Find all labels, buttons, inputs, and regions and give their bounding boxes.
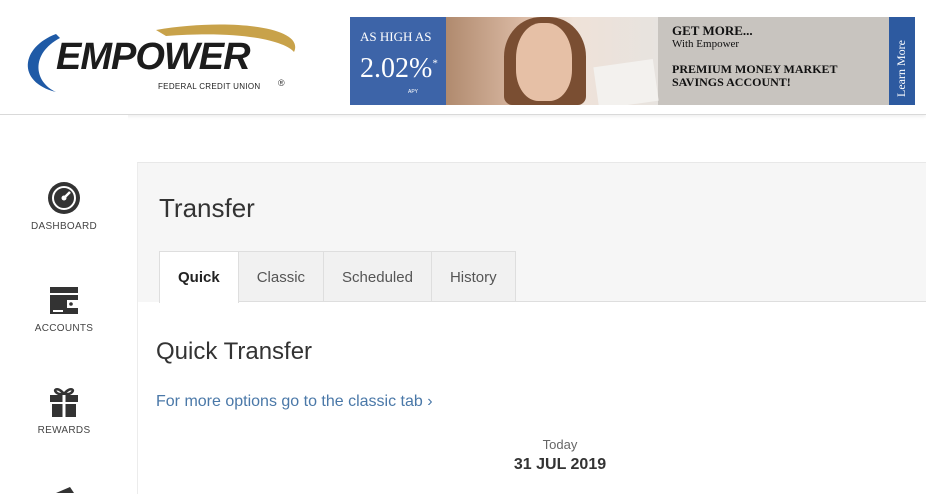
- learn-more-label: Learn More: [894, 40, 908, 97]
- gauge-icon: [48, 182, 80, 214]
- transfer-tabs: Quick Classic Scheduled History: [159, 251, 516, 303]
- transfer-panel: Transfer Quick Classic Scheduled History…: [137, 162, 926, 494]
- sidebar-item-label: DASHBOARD: [30, 221, 98, 232]
- sidebar-item-label: ACCOUNTS: [34, 323, 94, 334]
- next-item-icon: [56, 487, 74, 493]
- as-high-as-text: AS HIGH AS: [360, 29, 432, 44]
- tab-classic[interactable]: Classic: [237, 251, 325, 302]
- wallet-icon: [50, 287, 78, 314]
- apy-text: APY: [408, 89, 419, 95]
- quick-transfer-title: Quick Transfer: [156, 338, 313, 365]
- quick-transfer-content: Quick Transfer For more options go to th…: [138, 302, 926, 494]
- banner-headline: GET MORE...: [672, 23, 753, 38]
- learn-more-button[interactable]: Learn More: [889, 17, 915, 105]
- tab-history[interactable]: History: [430, 251, 516, 302]
- promo-banner[interactable]: AS HIGH AS 2.02%* APY GET MORE... With E…: [350, 17, 915, 105]
- empower-logo[interactable]: EMPOWER FEDERAL CREDIT UNION ®: [16, 22, 306, 96]
- date-label: Today: [542, 437, 578, 452]
- tab-quick[interactable]: Quick: [159, 251, 239, 303]
- date-value: 31 JUL 2019: [513, 456, 607, 473]
- banner-copy: GET MORE... With Empower PREMIUM MONEY M…: [672, 23, 884, 89]
- surprised-woman-photo: [446, 17, 659, 105]
- rate-text: 2.02%*: [360, 53, 438, 84]
- classic-tab-link[interactable]: For more options go to the classic tab ›: [156, 393, 433, 411]
- sidebar: DASHBOARD ACCOUNTS REWARDS: [0, 115, 128, 493]
- header: EMPOWER FEDERAL CREDIT UNION ® AS HIGH A…: [0, 0, 926, 115]
- logo-wordmark: EMPOWER: [56, 36, 251, 78]
- page-title: Transfer: [159, 193, 255, 223]
- sidebar-item-rewards[interactable]: REWARDS: [0, 385, 128, 436]
- gift-icon: [50, 388, 78, 417]
- tab-scheduled[interactable]: Scheduled: [323, 251, 432, 302]
- rate-panel: AS HIGH AS 2.02%* APY: [350, 17, 446, 105]
- banner-subline: With Empower: [672, 38, 740, 50]
- logo-subtitle: FEDERAL CREDIT UNION: [158, 82, 261, 91]
- banner-product-line2: SAVINGS ACCOUNT!: [672, 75, 791, 89]
- sidebar-item-label: REWARDS: [37, 425, 91, 436]
- sidebar-item-dashboard[interactable]: DASHBOARD: [0, 181, 128, 232]
- sidebar-item-accounts[interactable]: ACCOUNTS: [0, 283, 128, 334]
- registered-mark: ®: [278, 78, 285, 88]
